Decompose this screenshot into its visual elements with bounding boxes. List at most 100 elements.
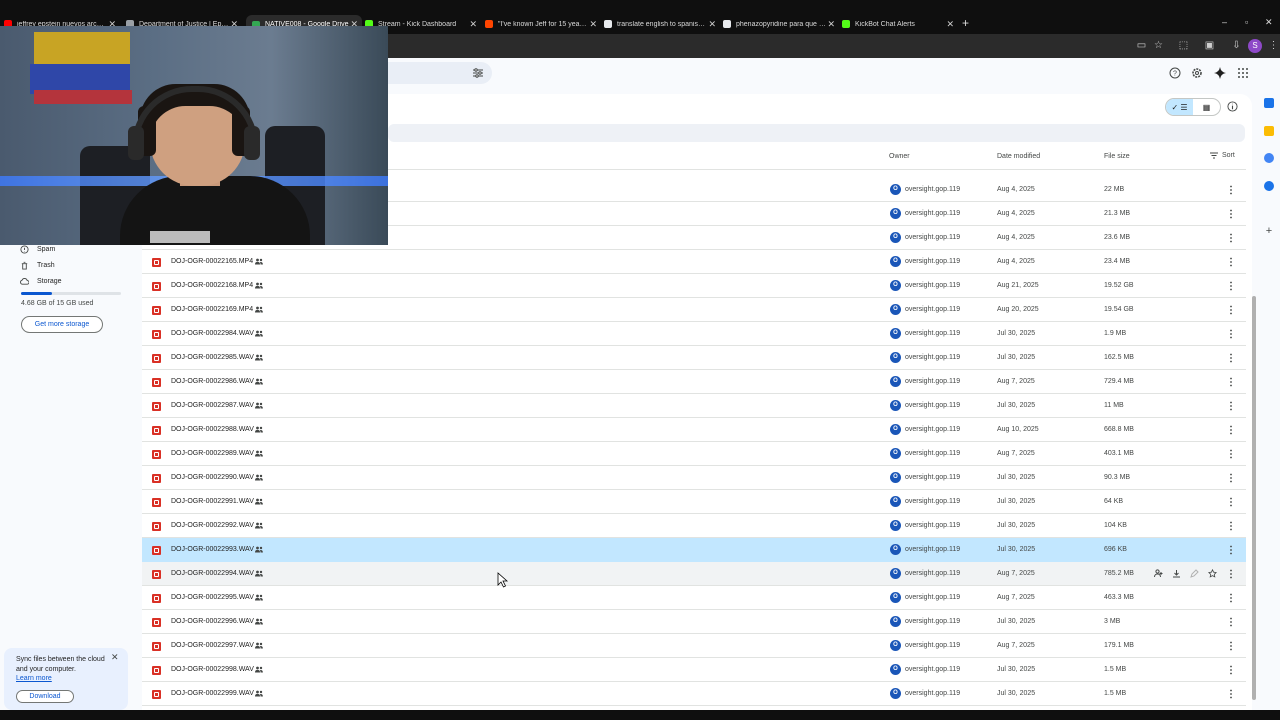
more-actions-icon[interactable] [1228, 256, 1234, 268]
browser-tab[interactable]: "I've known Jeff for 15 years..." ✕ [485, 17, 601, 31]
file-name: DOJ-OGR-00022991.WAV [171, 498, 254, 505]
bookmark-star-icon[interactable]: ☆ [1153, 40, 1164, 51]
apps-icon[interactable] [1237, 67, 1249, 79]
file-row[interactable]: DOJ-OGR-00022996.WAV Ooversight.gop.119 Ju… [142, 610, 1246, 634]
more-actions-icon[interactable] [1228, 352, 1234, 364]
column-file-size[interactable]: File size [1104, 153, 1130, 160]
sidebar-icon[interactable]: ▣ [1204, 40, 1215, 51]
more-actions-icon[interactable] [1228, 544, 1234, 556]
rename-pencil-icon[interactable] [1190, 569, 1199, 578]
maximize-icon[interactable]: ▫ [1245, 17, 1248, 27]
tab-close-icon[interactable]: ✕ [827, 19, 835, 30]
file-owner: oversight.gop.119 [905, 546, 961, 553]
file-row[interactable]: DOJ-OGR-00022984.WAV Ooversight.gop.119 Ju… [142, 322, 1246, 346]
more-actions-icon[interactable] [1228, 592, 1234, 604]
more-actions-icon[interactable] [1228, 424, 1234, 436]
tasks-icon[interactable] [1264, 153, 1274, 163]
browser-tab[interactable]: translate english to spanish - G ✕ [604, 17, 720, 31]
nav-item-trash[interactable]: Trash [20, 258, 55, 272]
list-view-icon[interactable]: ✓ ☰ [1166, 99, 1193, 115]
file-row[interactable]: DOJ-OGR-00022989.WAV Ooversight.gop.119 Au… [142, 442, 1246, 466]
extensions-icon[interactable]: ⬚ [1178, 40, 1189, 51]
file-owner: oversight.gop.119 [905, 666, 961, 673]
tab-close-icon[interactable]: ✕ [946, 19, 954, 30]
download-button[interactable]: Download [16, 690, 74, 703]
get-more-storage-button[interactable]: Get more storage [21, 316, 103, 333]
file-row[interactable]: DOJ-OGR-00022169.MP4 Ooversight.gop.119 Au… [142, 298, 1246, 322]
learn-more-link[interactable]: Learn more [16, 675, 52, 682]
column-date-modified[interactable]: Date modified [997, 153, 1040, 160]
file-size: 23.6 MB [1104, 234, 1131, 241]
more-actions-icon[interactable] [1228, 472, 1234, 484]
sort-button[interactable]: Sort [1210, 152, 1235, 159]
more-actions-icon[interactable] [1228, 208, 1234, 220]
more-actions-icon[interactable] [1228, 688, 1234, 700]
tab-close-icon[interactable]: ✕ [708, 19, 716, 30]
file-row[interactable]: DOJ-OGR-00022985.WAV Ooversight.gop.119 Ju… [142, 346, 1246, 370]
owner-avatar: O [890, 376, 901, 387]
file-row[interactable]: DOJ-OGR-00022994.WAV Ooversight.gop.119 Au… [142, 562, 1246, 586]
file-row[interactable]: DOJ-OGR-00022991.WAV Ooversight.gop.119 Ju… [142, 490, 1246, 514]
new-tab-button[interactable]: + [962, 17, 969, 29]
more-actions-icon[interactable] [1228, 280, 1234, 292]
more-actions-icon[interactable] [1228, 376, 1234, 388]
download-icon[interactable] [1172, 569, 1181, 578]
row-quick-actions [1154, 569, 1217, 578]
settings-icon[interactable] [1191, 67, 1203, 79]
file-row[interactable]: DOJ-OGR-00022990.WAV Ooversight.gop.119 Ju… [142, 466, 1246, 490]
tab-close-icon[interactable]: ✕ [589, 19, 597, 30]
view-toggle[interactable]: ✓ ☰ ▦ [1165, 98, 1221, 116]
file-row[interactable]: DOJ-OGR-00022987.WAV Ooversight.gop.119 Ju… [142, 394, 1246, 418]
file-row[interactable]: DOJ-OGR-00022992.WAV Ooversight.gop.119 Ju… [142, 514, 1246, 538]
more-actions-icon[interactable] [1228, 664, 1234, 676]
cast-icon[interactable]: ▭ [1136, 40, 1147, 51]
file-size: 1.5 MB [1104, 690, 1127, 697]
owner-avatar: O [890, 208, 901, 219]
more-actions-icon[interactable] [1228, 232, 1234, 244]
owner-avatar: O [890, 664, 901, 675]
close-window-icon[interactable]: ✕ [1265, 17, 1273, 28]
share-person-icon[interactable] [1154, 569, 1163, 578]
browser-menu-icon[interactable]: ⋮ [1268, 40, 1279, 51]
more-actions-icon[interactable] [1228, 640, 1234, 652]
more-actions-icon[interactable] [1228, 328, 1234, 340]
more-actions-icon[interactable] [1228, 616, 1234, 628]
more-actions-icon[interactable] [1228, 304, 1234, 316]
column-owner[interactable]: Owner [889, 153, 910, 160]
file-row[interactable]: DOJ-OGR-00022993.WAV Ooversight.gop.119 Ju… [142, 538, 1246, 562]
contacts-icon[interactable] [1264, 181, 1274, 191]
browser-tab[interactable]: phenazopyridine para que sirve ✕ [723, 17, 839, 31]
file-row[interactable]: DOJ-OGR-00022998.WAV Ooversight.gop.119 Ju… [142, 658, 1246, 682]
gemini-icon[interactable] [1214, 67, 1226, 79]
nav-item-storage[interactable]: Storage [20, 274, 62, 288]
file-row[interactable]: DOJ-OGR-00022997.WAV Ooversight.gop.119 Au… [142, 634, 1246, 658]
file-owner: oversight.gop.119 [905, 186, 961, 193]
browser-profile-avatar[interactable]: S [1248, 39, 1262, 53]
more-actions-icon[interactable] [1228, 400, 1234, 412]
keep-icon[interactable] [1264, 126, 1274, 136]
more-actions-icon[interactable] [1228, 184, 1234, 196]
download-icon[interactable]: ⇩ [1231, 40, 1242, 51]
details-info-icon[interactable] [1227, 101, 1238, 112]
more-actions-icon[interactable] [1228, 520, 1234, 532]
more-actions-icon[interactable] [1228, 496, 1234, 508]
file-row[interactable]: DOJ-OGR-00022988.WAV Ooversight.gop.119 Au… [142, 418, 1246, 442]
more-actions-icon[interactable] [1228, 568, 1234, 580]
search-filter-icon[interactable] [472, 67, 484, 79]
star-icon[interactable] [1208, 569, 1217, 578]
grid-view-icon[interactable]: ▦ [1193, 99, 1220, 115]
help-icon[interactable]: ? [1169, 67, 1181, 79]
file-row[interactable]: DOJ-OGR-00022168.MP4 Ooversight.gop.119 Au… [142, 274, 1246, 298]
browser-tab[interactable]: KickBot Chat Alerts ✕ [842, 17, 958, 31]
more-actions-icon[interactable] [1228, 448, 1234, 460]
file-row[interactable]: DOJ-OGR-00022995.WAV Ooversight.gop.119 Au… [142, 586, 1246, 610]
get-addons-icon[interactable]: + [1264, 226, 1274, 237]
scrollbar-thumb[interactable] [1252, 296, 1256, 700]
tab-close-icon[interactable]: ✕ [469, 19, 477, 30]
file-row[interactable]: DOJ-OGR-00022999.WAV Ooversight.gop.119 Ju… [142, 682, 1246, 706]
minimize-icon[interactable]: – [1222, 17, 1227, 27]
close-icon[interactable]: ✕ [111, 652, 119, 663]
file-row[interactable]: DOJ-OGR-00022165.MP4 Ooversight.gop.119 Au… [142, 250, 1246, 274]
calendar-icon[interactable] [1264, 98, 1274, 108]
file-row[interactable]: DOJ-OGR-00022986.WAV Ooversight.gop.119 Au… [142, 370, 1246, 394]
